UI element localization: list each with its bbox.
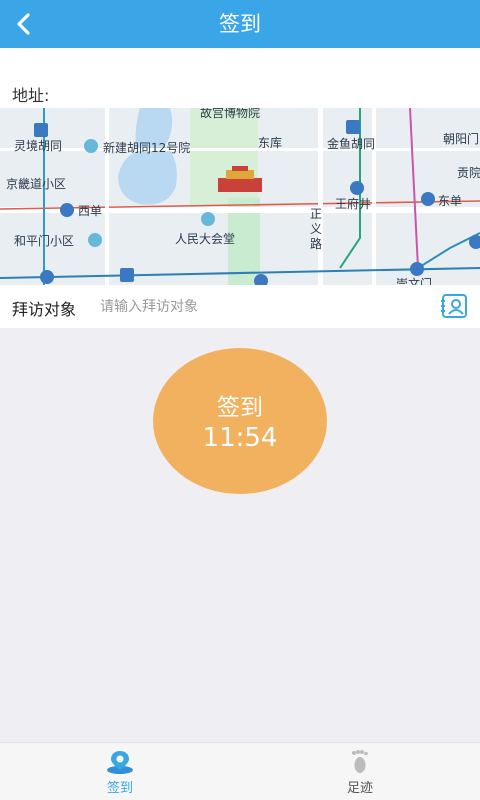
lake-area bbox=[118, 108, 177, 205]
map-label-renmin: 人民大会堂 bbox=[175, 232, 236, 246]
map-label-gugong: 故宫博物院 bbox=[200, 108, 261, 120]
map-label-wangfujing: 王府井 bbox=[335, 197, 372, 211]
road-vertical-2 bbox=[105, 108, 109, 285]
visit-target-row: 拜访对象 bbox=[0, 285, 480, 328]
bottom-nav: 签到 足迹 bbox=[0, 742, 480, 800]
map-label-xinjian: 新建胡同12号院 bbox=[103, 141, 191, 155]
map-canvas bbox=[0, 108, 480, 285]
visit-target-input[interactable] bbox=[100, 293, 420, 321]
address-row: 地址: bbox=[0, 48, 480, 108]
nav-tab-footprint-label: 足迹 bbox=[346, 781, 373, 796]
map-label-chaoyangmen: 朝阳门 bbox=[443, 132, 480, 146]
station-marker-lingjing bbox=[34, 123, 48, 137]
footprint-icon bbox=[352, 750, 368, 773]
station-marker-xidan bbox=[60, 203, 74, 217]
map-label-hepingmen: 和平门小区 bbox=[14, 234, 75, 248]
station-marker-jinyu bbox=[346, 120, 360, 134]
page-title: 签到 bbox=[219, 12, 261, 36]
station-marker-hepingmen bbox=[40, 270, 54, 284]
station-marker-wangfujing bbox=[350, 181, 364, 195]
map-label-gongzhu: 贡院 bbox=[457, 166, 480, 180]
contact-picker-button[interactable] bbox=[440, 292, 469, 321]
road-horizontal-1 bbox=[0, 148, 480, 151]
road-vertical-1 bbox=[318, 108, 323, 285]
address-label: 地址: bbox=[12, 86, 50, 105]
station-marker-dongdan bbox=[421, 192, 435, 206]
station-marker-shijie bbox=[120, 268, 134, 282]
residence-icon-2 bbox=[88, 233, 102, 247]
checkin-time: 11:54 bbox=[202, 423, 278, 453]
map-label-dongdan: 东单 bbox=[438, 194, 463, 208]
map-label-zhengyilu: 正义路 bbox=[310, 207, 323, 251]
map-label-xidan: 西单 bbox=[78, 204, 103, 218]
nav-tab-footprint[interactable]: 足迹 bbox=[300, 743, 420, 800]
checkin-button[interactable]: 签到 11:54 bbox=[153, 348, 327, 494]
checkin-label: 签到 bbox=[217, 395, 263, 421]
government-icon bbox=[201, 212, 215, 226]
header-bar: 签到 bbox=[0, 0, 480, 48]
map-label-lingjing: 灵境胡同 bbox=[14, 139, 63, 153]
location-pin-icon bbox=[107, 751, 133, 774]
map-label-jinyu: 金鱼胡同 bbox=[327, 137, 376, 151]
nav-tab-checkin[interactable]: 签到 bbox=[60, 743, 180, 800]
map-label-chongwenmen: 崇文门 bbox=[396, 277, 433, 285]
nav-tab-checkin-label: 签到 bbox=[106, 781, 133, 796]
station-marker-chongwenmen bbox=[410, 262, 424, 276]
map-view[interactable]: 故宫博物院 东库 朝阳门 灵境胡同 新建胡同12号院 金鱼胡同 贡院 京畿道小区… bbox=[0, 108, 480, 285]
residence-icon bbox=[84, 139, 98, 153]
visit-target-label: 拜访对象 bbox=[12, 300, 77, 319]
subway-line-purple bbox=[409, 108, 419, 269]
contact-card-icon bbox=[441, 294, 467, 318]
map-label-jingjidao: 京畿道小区 bbox=[6, 177, 67, 191]
map-label-dongku: 东库 bbox=[258, 136, 283, 150]
